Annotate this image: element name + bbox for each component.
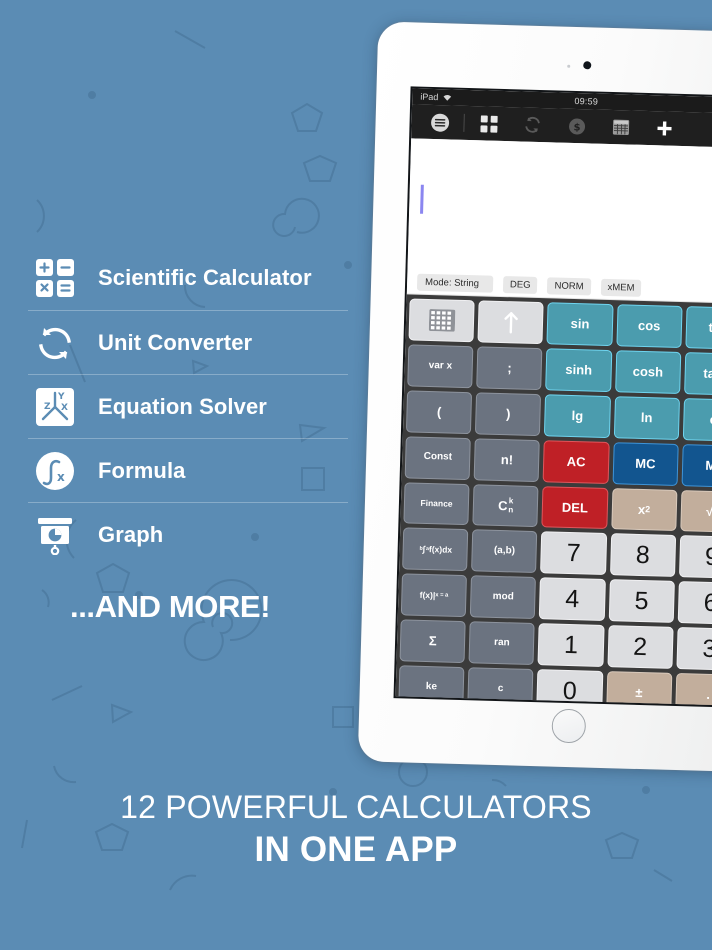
key-x-squared[interactable]: x2 bbox=[610, 487, 678, 532]
key-var-x[interactable]: var x bbox=[407, 344, 474, 389]
key-mc[interactable]: MC bbox=[612, 441, 679, 486]
feature-item-formula: x Formula bbox=[28, 438, 348, 502]
key-const[interactable]: Const bbox=[404, 436, 472, 480]
key-combination[interactable]: Ckn bbox=[472, 483, 539, 528]
key-sigma-sum[interactable]: Σ bbox=[399, 619, 466, 664]
key-4[interactable]: 4 bbox=[539, 577, 606, 622]
text-caret bbox=[420, 184, 424, 214]
and-more-text: ...AND MORE! bbox=[70, 589, 271, 624]
mode-chip-mode[interactable]: Mode: String bbox=[416, 273, 494, 293]
key-ln[interactable]: ln bbox=[613, 395, 680, 440]
equation-axes-icon: Z Y X bbox=[32, 384, 78, 430]
four-squares-icon[interactable] bbox=[466, 108, 511, 139]
key-paren-close[interactable]: ) bbox=[475, 392, 542, 436]
hamburger-circle-icon[interactable] bbox=[417, 107, 462, 138]
dollar-circle-icon[interactable]: $ bbox=[554, 110, 599, 141]
key-evaluate-at[interactable]: f(x)| x = a bbox=[400, 573, 468, 618]
key-random[interactable]: ran bbox=[468, 621, 536, 666]
table-grid-icon[interactable] bbox=[598, 112, 643, 143]
key-sinh[interactable]: sinh bbox=[545, 348, 612, 392]
mode-chip-memory[interactable]: xMEM bbox=[600, 278, 642, 297]
key-decimal-point[interactable]: . bbox=[674, 673, 712, 706]
refresh-arrows-icon[interactable] bbox=[510, 109, 555, 140]
key-ac[interactable]: AC bbox=[543, 439, 610, 484]
key-sin[interactable]: sin bbox=[546, 302, 614, 346]
feature-label: Graph bbox=[98, 521, 164, 547]
feature-label: Unit Converter bbox=[98, 329, 253, 355]
key-cosh[interactable]: cosh bbox=[614, 350, 682, 394]
key-7[interactable]: 7 bbox=[540, 531, 607, 576]
feature-label: Equation Solver bbox=[98, 393, 267, 419]
keypad-row: Const n! AC MC M+ bbox=[404, 436, 712, 488]
headline-line-1: 12 POWERFUL CALCULATORS bbox=[120, 789, 592, 825]
key-0[interactable]: 0 bbox=[536, 669, 603, 706]
key-lg[interactable]: lg bbox=[544, 394, 611, 438]
feature-label: Scientific Calculator bbox=[98, 265, 312, 290]
key-definite-integral[interactable]: b ∫ a f(x)dx bbox=[402, 527, 469, 572]
mode-chip-angle[interactable]: DEG bbox=[502, 276, 538, 294]
keypad-row: b ∫ a f(x)dx (a,b) 7 8 9 bbox=[402, 527, 712, 580]
key-3[interactable]: 3 bbox=[676, 627, 712, 671]
key-tanh[interactable]: tanh bbox=[683, 352, 712, 396]
svg-text:$: $ bbox=[573, 122, 580, 133]
key-keypad-toggle[interactable] bbox=[408, 298, 475, 343]
key-m-plus[interactable]: M+ bbox=[681, 443, 712, 488]
key-cos[interactable]: cos bbox=[616, 304, 683, 348]
ipad-device-mockup: iPad 09:59 $ Mode: String DEG NORM xMEM … bbox=[357, 21, 712, 773]
feature-list: Scientific Calculator Unit Converter Z Y… bbox=[28, 246, 348, 566]
svg-text:X: X bbox=[61, 403, 68, 413]
feature-item-scientific-calculator: Scientific Calculator bbox=[28, 246, 348, 310]
key-shift-up[interactable] bbox=[477, 300, 545, 345]
feature-item-unit-converter: Unit Converter bbox=[28, 310, 348, 374]
graph-board-pie-icon bbox=[32, 512, 78, 558]
key-1[interactable]: 1 bbox=[537, 623, 605, 668]
keypad-row: ()lglnex bbox=[405, 390, 712, 442]
keypad-row: sin cos tan bbox=[408, 298, 712, 350]
ipad-screen: iPad 09:59 $ Mode: String DEG NORM xMEM … bbox=[395, 88, 712, 706]
svg-text:x: x bbox=[57, 470, 65, 484]
key-8[interactable]: 8 bbox=[609, 533, 676, 578]
key-factorial[interactable]: n! bbox=[473, 437, 541, 482]
keypad-row: var x; sinh cosh tanh bbox=[407, 344, 712, 396]
svg-text:Y: Y bbox=[57, 392, 65, 402]
key-plus-minus[interactable]: ± bbox=[605, 671, 673, 706]
feature-item-graph: Graph bbox=[28, 502, 348, 566]
feature-label: Formula bbox=[98, 457, 186, 483]
promo-screenshot: Scientific Calculator Unit Converter Z Y… bbox=[0, 0, 712, 950]
key-square-root[interactable]: √x bbox=[680, 489, 712, 534]
headline: 12 POWERFUL CALCULATORS IN ONE APP bbox=[0, 786, 712, 872]
calculator-grid-icon bbox=[32, 255, 78, 301]
calculator-display[interactable] bbox=[407, 138, 712, 281]
feature-item-equation-solver: Z Y X Equation Solver bbox=[28, 374, 348, 438]
key-e-power-x[interactable]: ex bbox=[682, 397, 712, 442]
toolbar-divider bbox=[463, 113, 465, 132]
key-2[interactable]: 2 bbox=[607, 625, 674, 670]
calculator-keypad: sincostanvar x;sinhcoshtanh()lglnexConst… bbox=[395, 294, 712, 706]
plus-icon[interactable] bbox=[642, 113, 687, 144]
formula-integral-icon: x bbox=[32, 448, 78, 494]
key-interval[interactable]: (a,b) bbox=[471, 529, 538, 574]
key-5[interactable]: 5 bbox=[608, 579, 675, 624]
svg-text:Z: Z bbox=[44, 402, 51, 412]
headline-line-2: IN ONE APP bbox=[254, 830, 458, 869]
key-6[interactable]: 6 bbox=[677, 581, 712, 626]
key-del[interactable]: DEL bbox=[541, 485, 609, 530]
key-paren-open[interactable]: ( bbox=[405, 390, 473, 434]
key-mod[interactable]: mod bbox=[469, 575, 537, 620]
keypad-row: Σran 1 2 3 bbox=[399, 619, 712, 671]
key-semicolon[interactable]: ; bbox=[476, 346, 543, 390]
keypad-grid-icon bbox=[428, 308, 455, 332]
arrow-up-icon bbox=[504, 312, 518, 334]
mode-chip-notation[interactable]: NORM bbox=[547, 277, 591, 296]
ambient-sensor bbox=[567, 64, 571, 68]
refresh-convert-icon bbox=[32, 320, 78, 366]
key-tan[interactable]: tan bbox=[685, 306, 712, 350]
keypad-row: f(x)| x = a mod 4 5 6 bbox=[400, 573, 712, 626]
key-9[interactable]: 9 bbox=[678, 535, 712, 580]
keypad-row: Finance Ck n DEL x 2 √x bbox=[403, 481, 712, 534]
key-finance[interactable]: Finance bbox=[403, 481, 470, 526]
